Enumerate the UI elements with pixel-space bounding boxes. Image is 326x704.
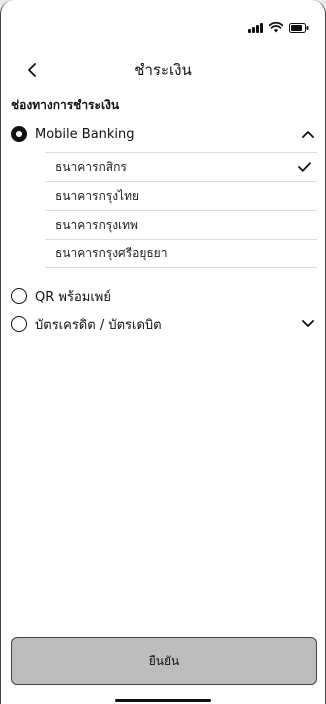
payment-option-label: Mobile Banking (35, 126, 135, 142)
payment-option-credit-debit[interactable]: บัตรเครดิต / บัตรเดบิต (11, 313, 315, 335)
header: ชำระเงิน (1, 56, 325, 84)
section-title: ช่องทางการชำระเงิน (11, 98, 120, 112)
back-button[interactable] (21, 59, 43, 81)
radio-selected[interactable] (11, 126, 27, 142)
status-bar (248, 22, 309, 33)
battery-icon (289, 23, 309, 33)
payment-option-label: QR พร้อมเพย์ (35, 289, 111, 305)
check-icon (298, 162, 311, 172)
confirm-button[interactable]: ยืนยัน (11, 637, 317, 685)
bank-item-krungsri[interactable]: ธนาคารกรุงศรีอยุธยา (45, 239, 317, 268)
chevron-up-icon[interactable] (301, 127, 315, 141)
bank-item-label: ธนาคารกรุงศรีอยุธยา (55, 246, 168, 260)
payment-option-label: บัตรเครดิต / บัตรเดบิต (35, 317, 162, 333)
bank-item-label: ธนาคารกรุงไทย (55, 188, 140, 203)
chevron-down-icon[interactable] (301, 317, 315, 331)
signal-icon (248, 23, 263, 33)
phone-screen: ชำระเงิน ช่องทางการชำระเงิน Mobile Banki… (0, 0, 326, 704)
bank-item-bangkok[interactable]: ธนาคารกรุงเทพ (45, 210, 317, 239)
payment-option-mobile-banking[interactable]: Mobile Banking (11, 123, 315, 145)
wifi-icon (269, 22, 283, 33)
bank-item-label: ธนาคารกสิกร (55, 159, 127, 174)
page-title: ชำระเงิน (134, 61, 192, 79)
bank-item-krungthai[interactable]: ธนาคารกรุงไทย (45, 181, 317, 210)
radio-unselected[interactable] (11, 288, 27, 304)
radio-unselected[interactable] (11, 316, 27, 332)
bank-item-label: ธนาคารกรุงเทพ (55, 217, 138, 232)
payment-option-qr-promptpay[interactable]: QR พร้อมเพย์ (11, 285, 315, 307)
home-indicator (115, 699, 211, 702)
bank-item-kasikorn[interactable]: ธนาคารกสิกร (45, 152, 317, 181)
chevron-left-icon (28, 63, 36, 77)
bank-list: ธนาคารกสิกร ธนาคารกรุงไทย ธนาคารกรุงเทพ … (45, 152, 317, 268)
